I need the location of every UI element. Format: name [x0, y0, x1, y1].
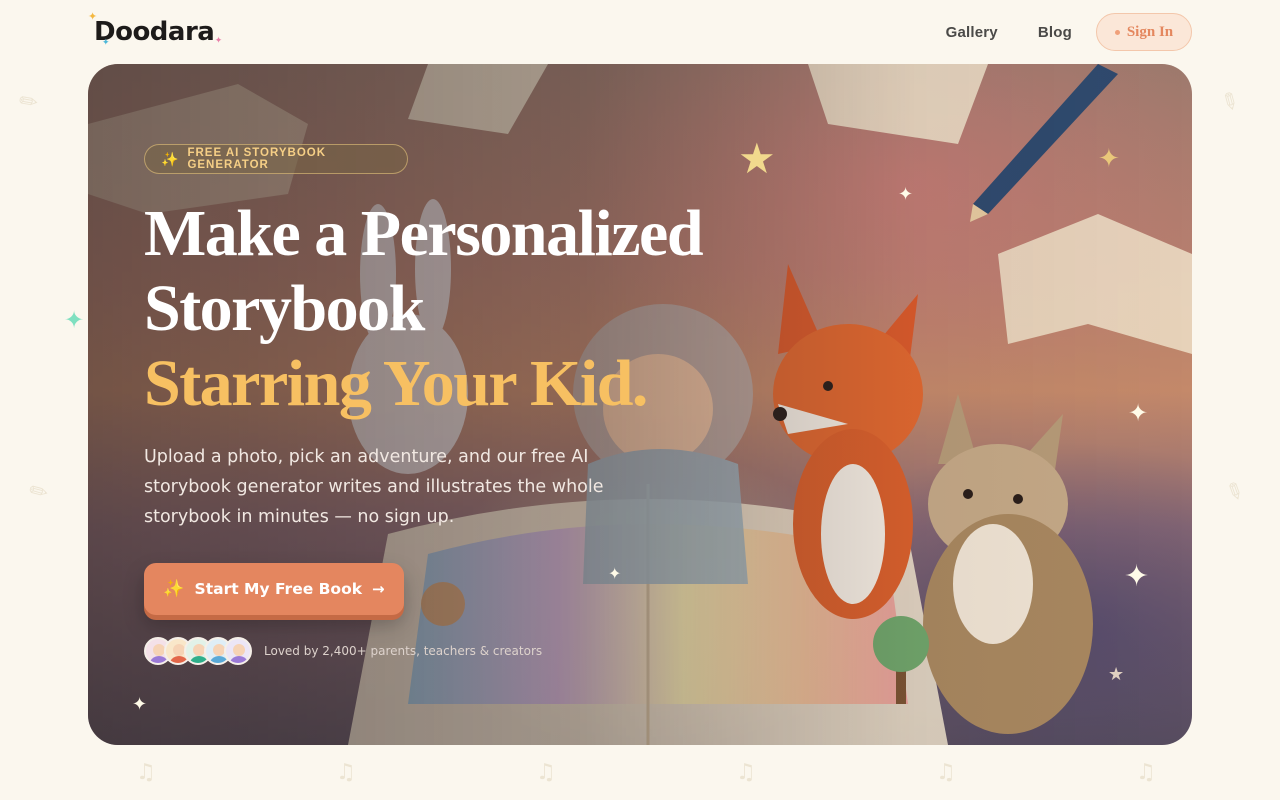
brand-name: Doodara: [94, 17, 215, 47]
top-nav: ✦ ✦ ✦ Doodara Gallery Blog Sign In: [88, 0, 1192, 64]
cta-label: Start My Free Book: [194, 580, 363, 598]
nav-link-blog[interactable]: Blog: [1018, 24, 1092, 41]
arrow-right-icon: →: [372, 580, 385, 598]
background-doodle-pencil: ✎: [1220, 477, 1248, 508]
background-doodle-pencil: ✎: [24, 477, 54, 508]
background-doodle-pencil: ✎: [1214, 87, 1244, 118]
sparkles-icon: ✨: [161, 150, 180, 167]
dot-icon: [1114, 29, 1120, 35]
social-proof-text: Loved by 2,400+ parents, teachers & crea…: [264, 644, 543, 658]
background-doodle-note: ♫: [336, 760, 356, 785]
hero-headline: Make a Personalized Storybook Starring Y…: [144, 196, 764, 421]
nav-link-gallery[interactable]: Gallery: [926, 24, 1018, 41]
headline-accent: Starring Your Kid.: [144, 347, 648, 420]
background-doodle-note: ♫: [536, 760, 556, 785]
brand-logo[interactable]: ✦ ✦ ✦ Doodara: [88, 10, 222, 52]
sparkle-icon: ✦: [132, 694, 148, 715]
sparkles-icon: ✨: [163, 579, 185, 599]
background-doodle-note: ♫: [936, 760, 956, 785]
headline-line-1: Make a Personalized: [144, 197, 704, 270]
hero-badge-label: FREE AI STORYBOOK GENERATOR: [187, 147, 327, 171]
sign-in-button[interactable]: Sign In: [1096, 13, 1192, 51]
hero-badge: ✨ FREE AI STORYBOOK GENERATOR: [144, 144, 408, 174]
background-doodle-note: ♫: [1136, 760, 1156, 785]
sparkle-icon: ✦: [1128, 399, 1149, 427]
headline-line-2: Storybook: [144, 272, 425, 345]
star-icon: ✦: [102, 38, 110, 48]
sparkle-icon: ✦: [1098, 144, 1120, 174]
nav-links: Gallery Blog Sign In: [926, 13, 1192, 51]
social-proof: Loved by 2,400+ parents, teachers & crea…: [144, 637, 542, 665]
sparkle-icon: ✦: [608, 564, 622, 583]
avatar: [224, 637, 252, 665]
hero-section: ✦ ✦ ✦ ★ ✦ ✦ ✦ ★ ✨ FREE AI STORYBOOK GENE…: [88, 64, 1192, 745]
sparkle-icon: ✦: [898, 184, 914, 205]
sparkle-icon: ★: [738, 134, 776, 183]
sparkle-icon: ✦: [1124, 559, 1150, 594]
background-doodle-note: ♫: [736, 760, 756, 785]
start-free-book-button[interactable]: ✨ Start My Free Book →: [144, 563, 404, 615]
sparkle-icon: ★: [1108, 664, 1125, 685]
sign-in-label: Sign In: [1126, 23, 1174, 40]
sparkle-icon: ✦: [64, 306, 85, 334]
star-icon: ✦: [214, 36, 223, 46]
avatar-group: [144, 637, 252, 665]
hero-subtitle: Upload a photo, pick an adventure, and o…: [144, 447, 604, 527]
background-doodle-pencil: ✎: [14, 86, 44, 119]
background-doodle-note: ♫: [136, 760, 156, 785]
star-icon: ✦: [88, 10, 98, 23]
